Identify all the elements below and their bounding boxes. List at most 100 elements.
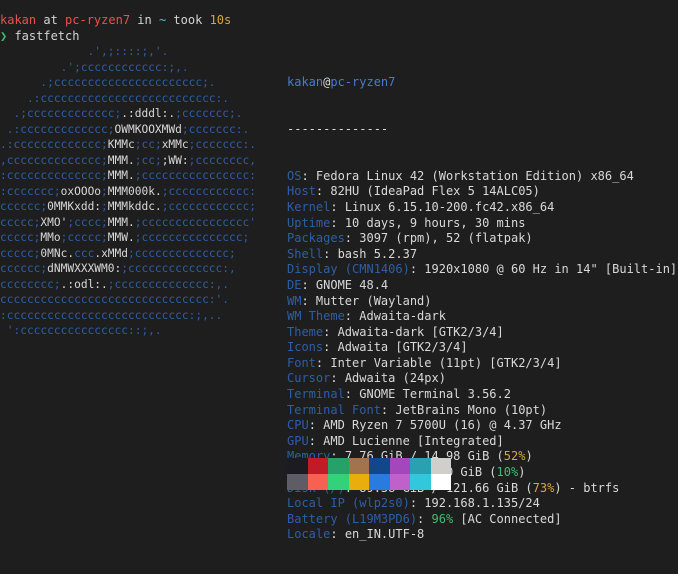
logo-line: .;ccccccccccccc;.:dddl:.;ccccccc;.	[0, 106, 256, 122]
info-value: bash 5.2.37	[337, 246, 418, 261]
logo-segment: ccccc;	[0, 246, 41, 260]
logo-segment: ccccc;	[0, 215, 41, 229]
logo-line: .;cccccccccccccccccccccc;.	[0, 75, 256, 91]
logo-line: .:ccccccccccccc;KMMc;cc;xMMc;ccccccc:.	[0, 137, 256, 153]
info-key: Icons	[287, 340, 324, 355]
info-value: Inter Variable (11pt) [GTK2/3/4]	[330, 355, 562, 370]
info-key: Shell	[287, 246, 324, 261]
logo-segment: .;cccccccccccccccccccccc;.	[0, 76, 216, 89]
color-swatch	[369, 458, 390, 474]
info-key: OS	[287, 168, 302, 183]
command-line: ❯ fastfetch	[0, 28, 79, 44]
info-colon: :	[330, 199, 345, 214]
logo-segment: :ccccccccccccccccccccccccccc:;,..	[0, 308, 223, 322]
logo-segment: KMMc	[107, 138, 135, 151]
info-value: AMD Ryzen 7 5700U (16) @ 4.37 GHz	[323, 418, 562, 433]
info-value: Adwaita [GTK2/3/4]	[337, 340, 468, 355]
info-key: Kernel	[287, 199, 331, 214]
color-palette-normal	[287, 458, 451, 474]
logo-segment: .:odl:.	[60, 277, 108, 291]
fedora-ascii-logo: .',;::::;,'. .';cccccccccccc:;,. .;ccccc…	[0, 44, 256, 339]
logo-segment: ;	[101, 200, 108, 213]
color-swatch	[307, 458, 328, 474]
info-colon: :	[330, 527, 345, 542]
logo-segment: ccccccccccccccccccccccccccccccc:'.	[0, 293, 230, 306]
logo-line: .:ccccccccccccc;OWMKOOXMWd;ccccccc:.	[0, 122, 256, 138]
command-text: fastfetch	[7, 29, 80, 43]
color-swatch	[287, 458, 308, 474]
prompt-host: pc-ryzen7	[65, 13, 131, 27]
info-colon: :	[315, 355, 331, 370]
logo-segment: ;ccccccc:.	[181, 122, 250, 136]
info-key: Theme	[287, 324, 324, 339]
logo-line: cccccc;0MMKxdd:;MMMkddc.;cccccccccccc;	[0, 199, 256, 215]
info-colon: :	[301, 277, 316, 292]
info-suffix: )	[518, 465, 526, 480]
info-value: 10 days, 9 hours, 30 mins	[344, 215, 526, 230]
info-colon: :	[330, 215, 345, 230]
info-colon: :	[315, 184, 331, 199]
info-colon: :	[308, 418, 324, 433]
logo-segment: ;cccccccccccc:	[161, 184, 256, 198]
logo-line: :cccccccccccccc;MMM.;cccccccccccccccc:	[0, 168, 256, 184]
logo-segment: ;cccccccccccccc:,	[121, 262, 236, 275]
info-title: kakan@pc-ryzen7	[287, 75, 677, 91]
info-suffix: ) - btrfs	[554, 480, 620, 495]
logo-segment: MMW.	[107, 231, 135, 244]
info-value: AMD Lucienne [Integrated]	[323, 433, 504, 448]
info-separator: --------------	[287, 121, 389, 136]
info-value: 192.168.1.135/24	[424, 496, 540, 511]
logo-segment: .';cccccccccccc:;,.	[0, 60, 189, 74]
info-key: Battery (L19M3PD6)	[287, 511, 418, 526]
logo-segment: ;cc;	[134, 138, 162, 151]
info-row: Terminal Font: JetBrains Mono (10pt)	[287, 403, 677, 419]
info-value: JetBrains Mono (10pt)	[395, 402, 548, 417]
info-row: Packages: 3097 (rpm), 52 (flatpak)	[287, 231, 677, 247]
logo-segment: .',;::::;,'.	[0, 45, 209, 58]
prompt-in: in	[130, 13, 159, 27]
info-row: Terminal: GNOME Terminal 3.56.2	[287, 387, 677, 403]
info-row: Font: Inter Variable (11pt) [GTK2/3/4]	[287, 356, 677, 372]
info-value: 1920x1080 @ 60 Hz in 14" [Built-in]	[424, 262, 678, 277]
info-value: Adwaita (24px)	[344, 371, 446, 386]
logo-segment: ;ccccccc:.	[188, 138, 256, 151]
logo-line: .',;::::;,'.	[0, 44, 256, 60]
logo-segment: :cccccccccccccc;	[0, 169, 108, 182]
logo-segment: xMMc	[161, 138, 189, 151]
logo-line: cccccc;dNMWXXXWM0:;cccccccccccccc:,	[0, 261, 256, 277]
logo-segment: XMO'	[40, 215, 68, 229]
info-value: Fedora Linux 42 (Workstation Edition) x8…	[315, 168, 634, 183]
info-key: Display (CMN1406)	[287, 262, 410, 277]
info-percent: 73%	[532, 480, 555, 495]
color-swatch	[430, 474, 451, 490]
info-key: WM	[287, 293, 302, 308]
info-row: WM Theme: Adwaita-dark	[287, 309, 677, 325]
prompt-at: at	[36, 13, 66, 27]
info-row: Local IP (wlp2s0): 192.168.1.135/24	[287, 496, 677, 512]
logo-segment: ;cccccccccccccc:,.	[107, 277, 230, 291]
logo-line: .';cccccccccccc:;,.	[0, 60, 256, 76]
info-value: Adwaita-dark	[359, 309, 446, 324]
color-swatch	[348, 458, 369, 474]
info-colon: :	[323, 340, 338, 355]
logo-line: ccccccccccccccccccccccccccccccc:'.	[0, 292, 256, 308]
logo-segment: ccc	[74, 246, 95, 260]
logo-segment: MMM.	[107, 215, 135, 229]
color-swatch	[328, 474, 349, 490]
terminal-window[interactable]: kakan at pc-ryzen7 in ~ took 10s ❯ fastf…	[0, 0, 678, 541]
info-row: CPU: AMD Ryzen 7 5700U (16) @ 4.37 GHz	[287, 418, 677, 434]
prompt-duration: 10s	[209, 13, 232, 27]
info-colon: :	[409, 262, 425, 277]
logo-segment: ,cccccccccccccc;	[0, 153, 108, 167]
info-row: Cursor: Adwaita (24px)	[287, 371, 677, 387]
logo-segment: cccccc;	[0, 200, 48, 213]
info-row: GPU: AMD Lucienne [Integrated]	[287, 434, 677, 450]
shell-prompt: kakan at pc-ryzen7 in ~ took 10s	[0, 12, 231, 28]
logo-segment: ;cccccccccccc;	[161, 200, 256, 213]
info-colon: :	[417, 511, 432, 526]
logo-line: :ccccccc;oxOOOo;MMM000k.;cccccccccccc:	[0, 184, 256, 200]
info-row: Uptime: 10 days, 9 hours, 30 mins	[287, 216, 677, 232]
logo-segment: ;ccccc;	[60, 231, 108, 244]
logo-segment: ;cccccccc,	[188, 153, 256, 167]
info-row: Host: 82HU (IdeaPad Flex 5 14ALC05)	[287, 184, 677, 200]
